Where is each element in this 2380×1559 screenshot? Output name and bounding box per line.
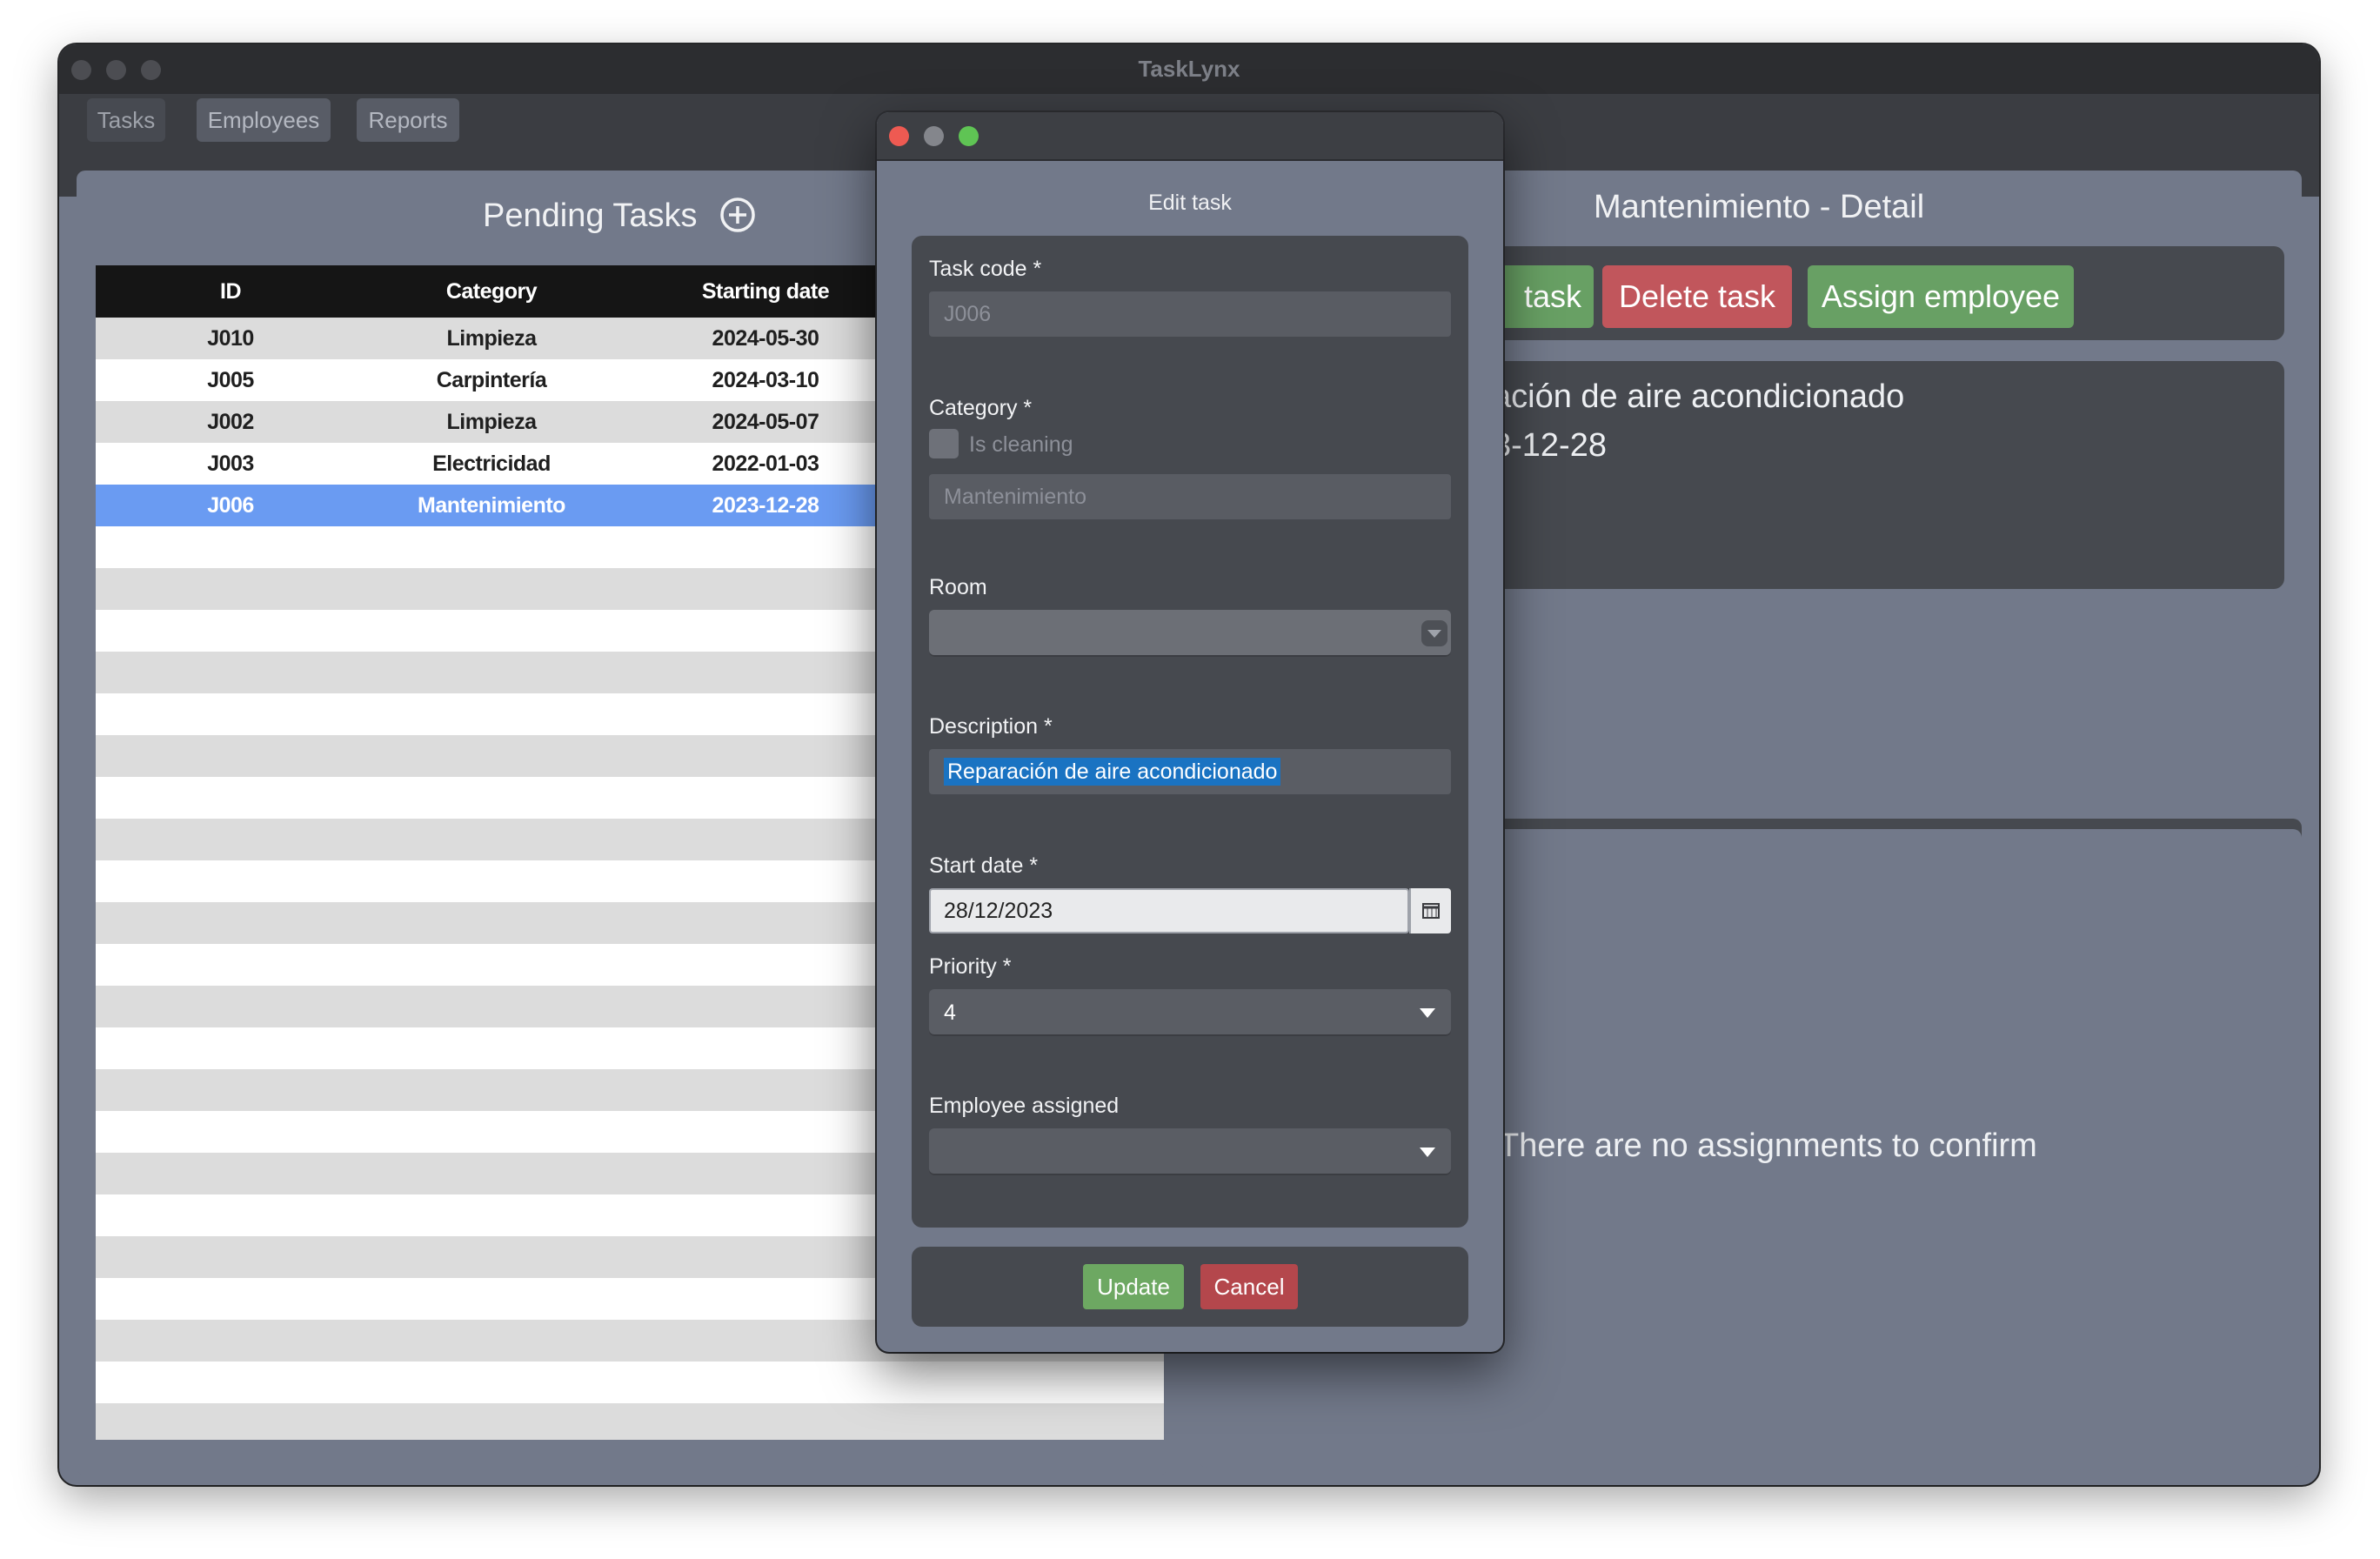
edit-task-form: Task code * J006 Category * Is cleaning … — [912, 236, 1468, 1228]
description-field[interactable]: Reparación de aire acondicionado — [929, 749, 1451, 794]
table-cell-category: Carpintería — [436, 368, 547, 392]
table-cell-id: J010 — [207, 326, 254, 351]
category-field: Mantenimiento — [929, 474, 1451, 519]
table-cell-id: J006 — [207, 493, 254, 518]
table-cell-date: 2022-01-03 — [712, 452, 819, 476]
close-window-icon[interactable] — [71, 60, 91, 80]
priority-value: 4 — [944, 1000, 956, 1025]
room-dropdown-icon[interactable] — [1421, 620, 1447, 646]
start-date-field[interactable]: 28/12/2023 — [929, 888, 1409, 933]
dialog-close-icon[interactable] — [889, 126, 909, 146]
table-cell-id: J002 — [207, 410, 254, 434]
table-cell-category: Limpieza — [446, 326, 537, 351]
dialog-minimize-icon[interactable] — [924, 126, 944, 146]
employee-select[interactable] — [929, 1128, 1451, 1175]
calendar-icon[interactable] — [1409, 888, 1451, 933]
menu-employees[interactable]: Employees — [197, 98, 331, 142]
task-code-label: Task code * — [929, 257, 1042, 281]
menu-tasks[interactable]: Tasks — [87, 98, 165, 142]
title-bar: TaskLynx — [59, 44, 2319, 96]
assign-employee-button[interactable]: Assign employee — [1808, 265, 2074, 328]
table-cell-id: J003 — [207, 452, 254, 476]
room-select[interactable] — [929, 610, 1451, 657]
table-cell-date: 2023-12-28 — [712, 493, 819, 518]
cancel-button[interactable]: Cancel — [1200, 1264, 1298, 1309]
add-task-button-icon[interactable] — [719, 197, 756, 233]
pending-tasks-title-label: Pending Tasks — [483, 197, 698, 234]
minimize-window-icon[interactable] — [106, 60, 126, 80]
delete-task-button[interactable]: Delete task — [1602, 265, 1792, 328]
zoom-window-icon[interactable] — [141, 60, 161, 80]
table-cell-date: 2024-05-30 — [712, 326, 819, 351]
category-label: Category * — [929, 396, 1033, 420]
column-header-category[interactable]: Category — [409, 265, 574, 318]
table-cell-category: Limpieza — [446, 410, 537, 434]
table-cell-category: Electricidad — [432, 452, 551, 476]
column-header-starting-date[interactable]: Starting date — [670, 265, 861, 318]
table-cell-category: Mantenimiento — [418, 493, 565, 518]
is-cleaning-checkbox[interactable] — [929, 429, 959, 458]
description-label: Description * — [929, 714, 1053, 739]
task-code-field: J006 — [929, 291, 1451, 337]
is-cleaning-label: Is cleaning — [969, 432, 1073, 457]
table-cell-date: 2024-03-10 — [712, 368, 819, 392]
priority-label: Priority * — [929, 954, 1012, 979]
table-row — [96, 1362, 1164, 1403]
dialog-zoom-icon[interactable] — [959, 126, 979, 146]
table-cell-id: J005 — [207, 368, 254, 392]
dialog-actions: Update Cancel — [912, 1247, 1468, 1327]
window-title: TaskLynx — [1138, 56, 1240, 82]
priority-select[interactable]: 4 — [929, 989, 1451, 1036]
edit-task-dialog: Edit task Task code * J006 Category * Is… — [877, 112, 1503, 1352]
table-row — [96, 1403, 1164, 1440]
table-cell-date: 2024-05-07 — [712, 410, 819, 434]
room-label: Room — [929, 575, 987, 599]
dialog-title: Edit task — [1148, 191, 1232, 215]
menu-reports[interactable]: Reports — [357, 98, 459, 142]
employee-label: Employee assigned — [929, 1094, 1120, 1118]
start-date-label: Start date * — [929, 853, 1039, 878]
detail-title: Mantenimiento - Detail — [1594, 189, 1925, 225]
dialog-title-bar — [877, 112, 1503, 161]
column-header-id[interactable]: ID — [174, 265, 287, 318]
update-button[interactable]: Update — [1083, 1264, 1184, 1309]
employee-chevron-down-icon — [1420, 1148, 1435, 1157]
no-assignments-message: There are no assignments to confirm — [1499, 1127, 2037, 1164]
detail-date: 3-12-28 — [1493, 427, 1607, 464]
description-selected-text: Reparación de aire acondicionado — [944, 758, 1281, 786]
detail-description: ación de aire acondicionado — [1493, 378, 1905, 415]
priority-chevron-down-icon — [1420, 1008, 1435, 1018]
